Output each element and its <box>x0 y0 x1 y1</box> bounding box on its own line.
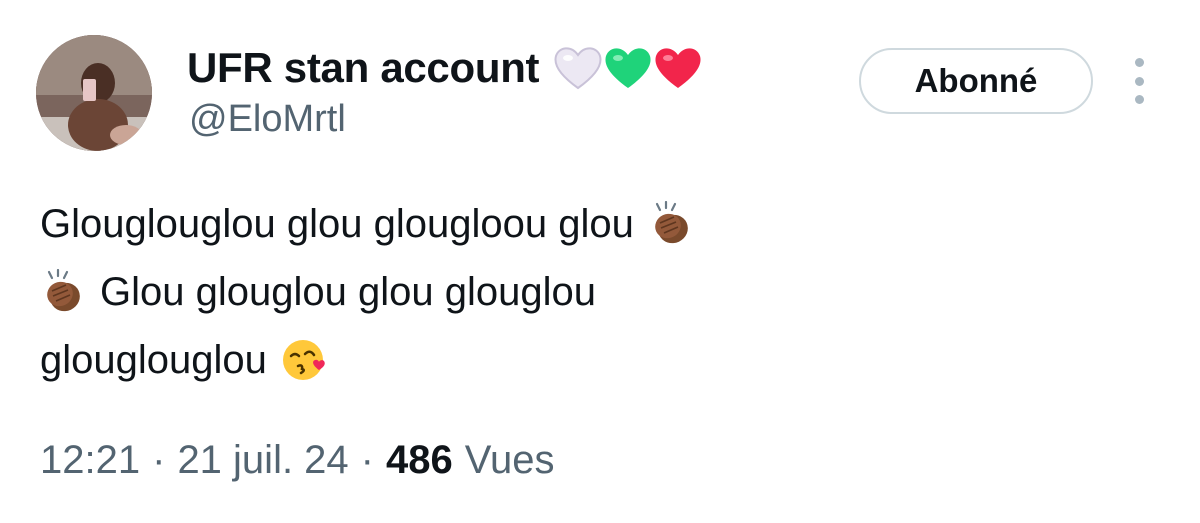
more-dot <box>1134 58 1144 67</box>
clapping-hands-icon <box>648 201 694 247</box>
more-dot <box>1134 76 1144 86</box>
clapping-hands-icon <box>40 269 86 315</box>
more-dot <box>1134 95 1144 104</box>
display-name-row: UFR stan account <box>187 40 703 96</box>
meta-separator: · <box>152 438 166 482</box>
tweet-meta: 12:21 · 21 juil. 24 · 486 Vues <box>40 440 554 480</box>
name-emojis <box>553 45 703 91</box>
tweet-card: UFR stan account @EloMrtl Abonné Glouglo… <box>0 0 1200 523</box>
tweet-line: glouglouglou <box>40 326 880 394</box>
red-heart-icon <box>655 48 701 88</box>
tweet-line-text: Glou glouglou glou glouglou <box>100 270 596 314</box>
avatar[interactable] <box>36 35 152 151</box>
display-name[interactable]: UFR stan account <box>187 47 540 89</box>
tweet-time[interactable]: 12:21 <box>40 440 140 480</box>
tweet-line: Glouglouglou glou glougloou glou <box>40 190 880 258</box>
meta-separator: · <box>360 438 374 482</box>
avatar-photo <box>36 35 152 151</box>
green-heart-icon <box>605 48 651 88</box>
kissing-face-icon <box>281 336 329 384</box>
user-handle[interactable]: @EloMrtl <box>189 100 346 138</box>
more-options-icon[interactable] <box>1124 58 1154 104</box>
tweet-line-text: Glouglouglou glou glougloou glou <box>40 202 634 246</box>
following-button[interactable]: Abonné <box>859 48 1093 114</box>
views-count: 486 <box>386 438 453 482</box>
tweet-text: Glouglouglou glou glougloou glou Glou gl… <box>40 190 880 394</box>
tweet-date[interactable]: 21 juil. 24 <box>177 440 348 480</box>
tweet-line: Glou glouglou glou glouglou <box>40 258 880 326</box>
tweet-line-text: glouglouglou <box>40 338 267 382</box>
views-label: Vues <box>464 438 555 482</box>
white-heart-icon <box>554 47 602 90</box>
